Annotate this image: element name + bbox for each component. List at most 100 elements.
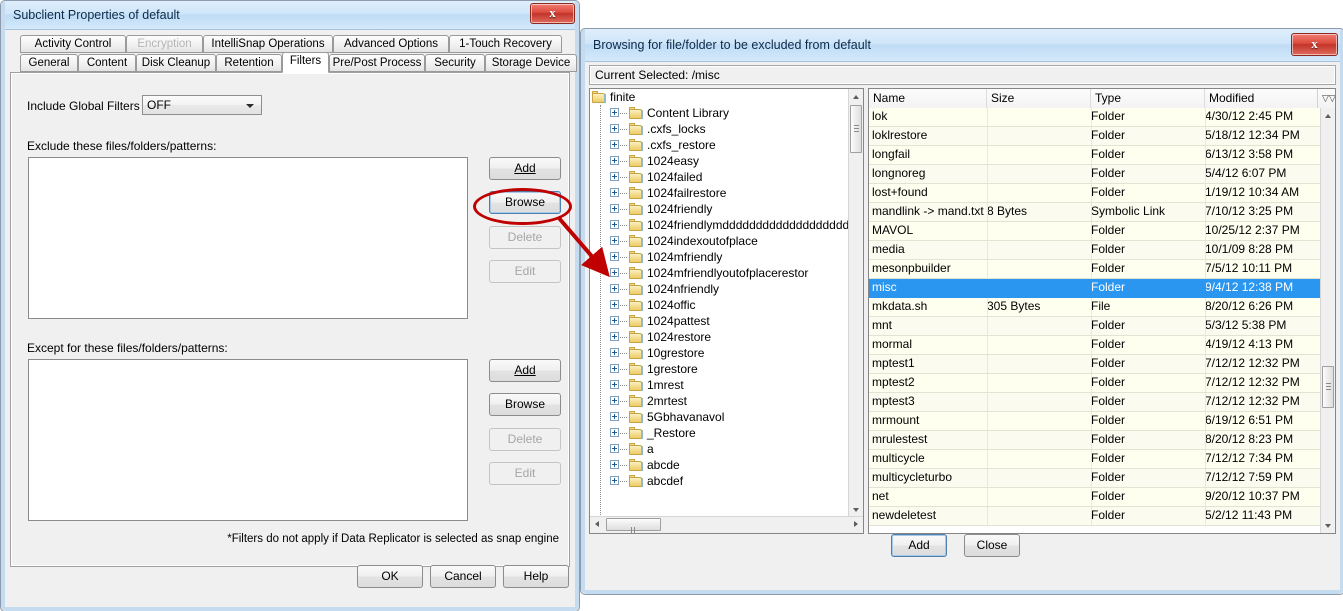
expand-plus-icon[interactable] bbox=[610, 300, 619, 309]
include-global-filters-select[interactable]: OFF bbox=[142, 95, 262, 115]
except-add-button[interactable]: Add bbox=[489, 359, 561, 382]
tree-item--restore[interactable]: _Restore bbox=[590, 425, 849, 441]
table-row[interactable]: mandlink -> mand.txt8 BytesSymbolic Link… bbox=[869, 203, 1320, 222]
table-row[interactable]: netFolder9/20/12 10:37 PM bbox=[869, 488, 1320, 507]
expand-plus-icon[interactable] bbox=[610, 188, 619, 197]
tree-item-1024failed[interactable]: 1024failed bbox=[590, 169, 849, 185]
cancel-button[interactable]: Cancel bbox=[430, 565, 496, 588]
expand-plus-icon[interactable] bbox=[610, 380, 619, 389]
table-row[interactable]: mormalFolder4/19/12 4:13 PM bbox=[869, 336, 1320, 355]
tree-horizontal-scrollbar[interactable] bbox=[590, 516, 863, 533]
expand-plus-icon[interactable] bbox=[610, 252, 619, 261]
file-list-vertical-scrollbar[interactable] bbox=[1320, 108, 1335, 533]
tab-encryption[interactable]: Encryption bbox=[126, 35, 203, 53]
tab-disk-cleanup[interactable]: Disk Cleanup bbox=[136, 54, 216, 72]
expand-plus-icon[interactable] bbox=[610, 108, 619, 117]
tree-item-abcdef[interactable]: abcdef bbox=[590, 473, 849, 489]
tree-item-1024offic[interactable]: 1024offic bbox=[590, 297, 849, 313]
table-row[interactable]: multicycleturboFolder7/12/12 7:59 PM bbox=[869, 469, 1320, 488]
tree-item-1024restore[interactable]: 1024restore bbox=[590, 329, 849, 345]
expand-plus-icon[interactable] bbox=[610, 316, 619, 325]
tree-item-1grestore[interactable]: 1grestore bbox=[590, 361, 849, 377]
except-browse-button[interactable]: Browse bbox=[489, 393, 561, 416]
expand-plus-icon[interactable] bbox=[610, 348, 619, 357]
tab-intellisnap-operations[interactable]: IntelliSnap Operations bbox=[203, 35, 333, 53]
expand-plus-icon[interactable] bbox=[610, 460, 619, 469]
table-row[interactable]: mntFolder5/3/12 5:38 PM bbox=[869, 317, 1320, 336]
tree-item-1024easy[interactable]: 1024easy bbox=[590, 153, 849, 169]
tab-advanced-options[interactable]: Advanced Options bbox=[333, 35, 449, 53]
column-header-type[interactable]: Type bbox=[1091, 89, 1205, 108]
tree-item-content-library[interactable]: Content Library bbox=[590, 105, 849, 121]
table-row[interactable]: mrmountFolder6/19/12 6:51 PM bbox=[869, 412, 1320, 431]
tab-content[interactable]: Content bbox=[78, 54, 136, 72]
table-row[interactable]: longfailFolder6/13/12 3:58 PM bbox=[869, 146, 1320, 165]
table-row[interactable]: mesonpbuilderFolder7/5/12 10:11 PM bbox=[869, 260, 1320, 279]
column-chooser-icon[interactable]: ▽▽ bbox=[1317, 89, 1335, 108]
tree-vertical-scrollbar[interactable] bbox=[848, 89, 863, 517]
expand-plus-icon[interactable] bbox=[610, 428, 619, 437]
expand-plus-icon[interactable] bbox=[610, 236, 619, 245]
tree-item-1024mfriendly[interactable]: 1024mfriendly bbox=[590, 249, 849, 265]
close-icon[interactable]: x bbox=[1291, 33, 1338, 56]
tab-pre-post-process[interactable]: Pre/Post Process bbox=[329, 54, 425, 72]
tree-root-item[interactable]: finite bbox=[590, 89, 849, 105]
tree-scroll-thumb[interactable] bbox=[850, 105, 862, 153]
table-row[interactable]: longnoregFolder5/4/12 6:07 PM bbox=[869, 165, 1320, 184]
folder-tree[interactable]: finiteContent Library.cxfs_locks.cxfs_re… bbox=[590, 89, 849, 517]
column-header-size[interactable]: Size bbox=[987, 89, 1091, 108]
table-row[interactable]: mptest3Folder7/12/12 12:32 PM bbox=[869, 393, 1320, 412]
table-row[interactable]: mptest2Folder7/12/12 12:32 PM bbox=[869, 374, 1320, 393]
tree-item-1024failrestore[interactable]: 1024failrestore bbox=[590, 185, 849, 201]
scroll-right-icon[interactable] bbox=[848, 517, 863, 532]
expand-plus-icon[interactable] bbox=[610, 284, 619, 293]
tree-item--cxfs-locks[interactable]: .cxfs_locks bbox=[590, 121, 849, 137]
scroll-down-icon[interactable] bbox=[849, 502, 863, 517]
table-row[interactable]: lost+foundFolder1/19/12 10:34 AM bbox=[869, 184, 1320, 203]
tree-item-1024mfriendlyoutofplacerestor[interactable]: 1024mfriendlyoutofplacerestor bbox=[590, 265, 849, 281]
expand-plus-icon[interactable] bbox=[610, 220, 619, 229]
tree-item-5gbhavanavol[interactable]: 5Gbhavanavol bbox=[590, 409, 849, 425]
ok-button[interactable]: OK bbox=[357, 565, 423, 588]
expand-plus-icon[interactable] bbox=[610, 156, 619, 165]
add-button[interactable]: Add bbox=[891, 534, 947, 557]
expand-plus-icon[interactable] bbox=[610, 444, 619, 453]
tab-retention[interactable]: Retention bbox=[216, 54, 282, 72]
help-button[interactable]: Help bbox=[503, 565, 569, 588]
tab-storage-device[interactable]: Storage Device bbox=[485, 54, 577, 72]
expand-plus-icon[interactable] bbox=[610, 396, 619, 405]
tree-item-1mrest[interactable]: 1mrest bbox=[590, 377, 849, 393]
tree-item-1024indexoutofplace[interactable]: 1024indexoutofplace bbox=[590, 233, 849, 249]
expand-plus-icon[interactable] bbox=[610, 476, 619, 485]
table-row[interactable]: mptest1Folder7/12/12 12:32 PM bbox=[869, 355, 1320, 374]
scroll-left-icon[interactable] bbox=[590, 517, 605, 532]
scroll-up-icon[interactable] bbox=[849, 89, 863, 104]
tab-1-touch-recovery[interactable]: 1-Touch Recovery bbox=[449, 35, 562, 53]
tab-activity-control[interactable]: Activity Control bbox=[20, 35, 126, 53]
table-row[interactable]: mediaFolder10/1/09 8:28 PM bbox=[869, 241, 1320, 260]
tab-general[interactable]: General bbox=[20, 54, 78, 72]
exclude-add-button[interactable]: Add bbox=[489, 157, 561, 180]
close-button[interactable]: Close bbox=[964, 534, 1020, 557]
tree-item--cxfs-restore[interactable]: .cxfs_restore bbox=[590, 137, 849, 153]
table-row[interactable]: newdeletestFolder5/2/12 11:43 PM bbox=[869, 507, 1320, 526]
scroll-up-icon[interactable] bbox=[1321, 108, 1335, 123]
file-list-scroll-thumb[interactable] bbox=[1322, 366, 1334, 408]
close-icon[interactable]: x bbox=[530, 3, 575, 24]
expand-plus-icon[interactable] bbox=[610, 140, 619, 149]
tree-item-10grestore[interactable]: 10grestore bbox=[590, 345, 849, 361]
expand-plus-icon[interactable] bbox=[610, 412, 619, 421]
expand-plus-icon[interactable] bbox=[610, 204, 619, 213]
table-row[interactable]: MAVOLFolder10/25/12 2:37 PM bbox=[869, 222, 1320, 241]
expand-plus-icon[interactable] bbox=[610, 124, 619, 133]
tab-filters[interactable]: Filters bbox=[282, 52, 329, 73]
exclude-list[interactable] bbox=[28, 157, 468, 319]
tree-hscroll-thumb[interactable] bbox=[606, 518, 661, 531]
tree-item-a[interactable]: a bbox=[590, 441, 849, 457]
except-list[interactable] bbox=[28, 359, 468, 521]
table-row[interactable]: lokFolder4/30/12 2:45 PM bbox=[869, 108, 1320, 127]
expand-plus-icon[interactable] bbox=[610, 172, 619, 181]
tree-item-1024pattest[interactable]: 1024pattest bbox=[590, 313, 849, 329]
tab-security[interactable]: Security bbox=[425, 54, 485, 72]
table-row[interactable]: mkdata.sh305 BytesFile8/20/12 6:26 PM bbox=[869, 298, 1320, 317]
